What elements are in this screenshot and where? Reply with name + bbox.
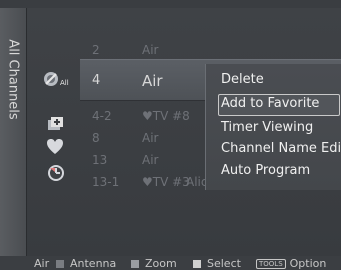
channel-name: Air [142,153,159,167]
channel-name: Air [142,72,163,90]
zoom-label: Zoom [145,257,177,270]
channel-number: 13-1 [92,175,120,189]
menu-item-timer-viewing[interactable]: Timer Viewing [221,120,313,135]
tools-button-icon: TOOLS [256,259,286,269]
all-icon[interactable]: All [42,71,69,91]
channel-row[interactable]: 2 Air [82,40,341,60]
channel-name: ♥TV #3 [142,175,190,189]
bottom-help-bar: Air Antenna Zoom Select TOOLS Option [0,256,341,270]
select-label: Select [207,257,241,270]
menu-item-delete[interactable]: Delete [221,72,264,87]
channel-list-tab-label: All Channels [5,39,21,120]
antenna-square-icon [56,260,64,268]
channel-number: 8 [92,131,100,145]
heart-icon[interactable] [46,138,64,156]
channel-name: Air [142,43,159,57]
menu-item-add-to-favorite[interactable]: Add to Favorite [221,96,319,111]
tools-context-menu: Delete Add to Favorite Timer Viewing Cha… [205,64,341,190]
menu-item-auto-program[interactable]: Auto Program [221,163,310,178]
channel-name: Air [142,131,159,145]
antenna-help[interactable]: Antenna [56,257,116,270]
zoom-square-icon [131,260,139,268]
channel-list-tab[interactable]: All Channels [0,8,27,256]
all-label: All [60,79,69,87]
channel-number: 2 [92,43,100,57]
select-help[interactable]: Select [193,257,241,270]
mode-label: Air [34,257,50,270]
option-label: Option [289,257,327,270]
timer-icon[interactable] [46,162,66,182]
channel-number: 13 [92,153,108,167]
option-help[interactable]: TOOLS Option [256,257,326,270]
select-square-icon [193,260,201,268]
channel-number: 4-2 [92,109,112,123]
add-favorite-icon[interactable] [45,114,65,134]
filter-icon-column: All [27,8,80,256]
channel-name: ♥TV #8 [142,109,190,123]
menu-item-channel-name-edit[interactable]: Channel Name Edit [221,141,341,156]
channel-list-screen: All Channels All 2 Air 4 Air 4-2 ♥TV #8 … [0,0,341,270]
zoom-help[interactable]: Zoom [131,257,177,270]
channel-number: 4 [92,73,101,88]
antenna-label: Antenna [70,257,117,270]
